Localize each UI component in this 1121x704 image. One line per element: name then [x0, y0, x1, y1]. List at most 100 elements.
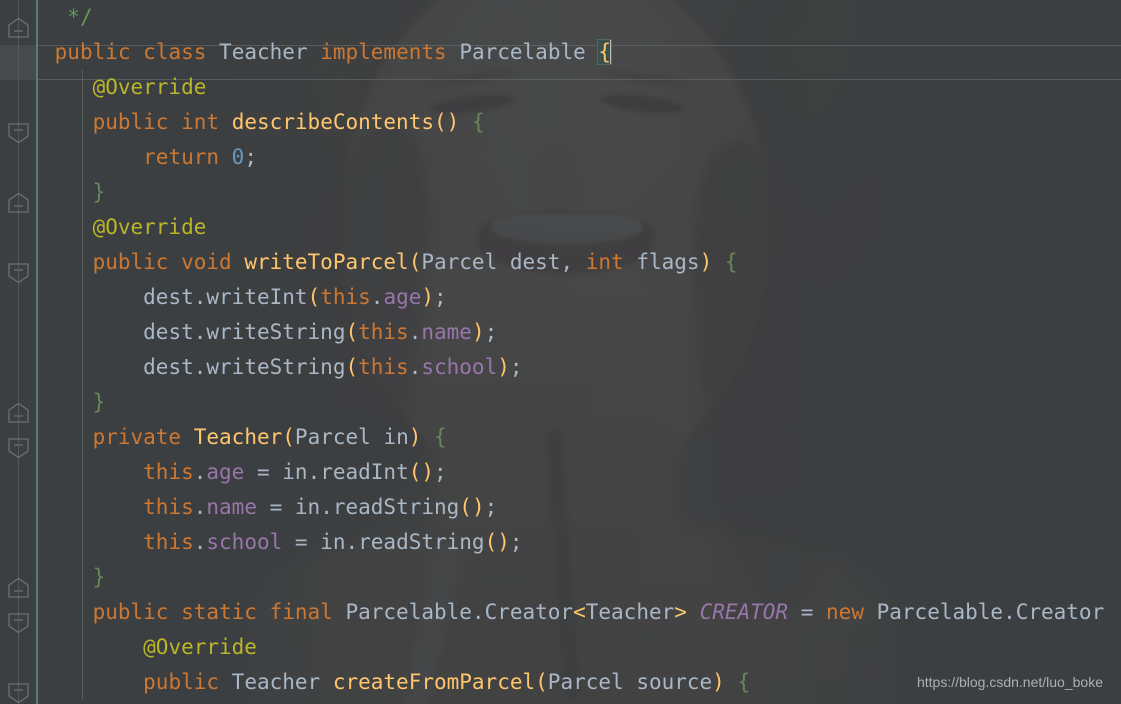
code-token: . [307, 460, 321, 484]
code-token: () [484, 530, 510, 554]
code-token: ) [497, 355, 510, 379]
code-token: ( [345, 320, 359, 344]
code-token: describeContents [231, 110, 434, 134]
code-token: public [92, 250, 169, 274]
fold-end-icon[interactable] [7, 17, 30, 39]
indent-guide [82, 315, 83, 350]
code-token: source [636, 670, 713, 694]
code-token: this [358, 320, 409, 344]
code-token: ) [471, 320, 485, 344]
code-line[interactable]: private Teacher(Parcel in) { [38, 420, 1121, 455]
fold-start-icon[interactable] [7, 262, 30, 284]
indent-guide [82, 245, 83, 280]
code-token: */ [67, 5, 93, 29]
code-line[interactable]: @Override [38, 70, 1121, 105]
code-token: ; [434, 460, 447, 484]
code-token: writeToParcel [244, 250, 409, 274]
code-token: age [383, 285, 422, 309]
code-token: readString [358, 530, 485, 554]
code-token: = [282, 530, 321, 554]
code-token: int [585, 250, 624, 274]
code-token: ; [509, 530, 523, 554]
code-token: , [560, 250, 586, 274]
indent-guide [82, 665, 83, 700]
editor-window: */ public class Teacher implements Parce… [0, 0, 1121, 704]
code-line[interactable]: } [38, 385, 1121, 420]
code-token: in [320, 530, 346, 554]
code-token: static [181, 600, 257, 624]
code-token: Parcel [294, 425, 371, 449]
indent-guide [82, 175, 83, 210]
code-line[interactable]: public void writeToParcel(Parcel dest, i… [38, 245, 1121, 280]
code-token: { [737, 670, 751, 694]
code-line[interactable]: this.school = in.readString(); [38, 525, 1121, 560]
code-token: in [294, 495, 321, 519]
code-line[interactable]: public static final Parcelable.Creator<T… [38, 595, 1121, 630]
indent-guide [82, 630, 83, 665]
fold-end-icon[interactable] [7, 402, 30, 424]
code-token: . [193, 285, 207, 309]
fold-start-icon[interactable] [7, 612, 30, 634]
indent-guide [82, 595, 83, 630]
code-line[interactable]: } [38, 560, 1121, 595]
code-token: final [269, 600, 333, 624]
fold-end-icon[interactable] [7, 192, 30, 214]
code-line[interactable]: dest.writeString(this.name); [38, 315, 1121, 350]
code-line[interactable]: this.age = in.readInt(); [38, 455, 1121, 490]
code-line[interactable]: return 0; [38, 140, 1121, 175]
code-token: . [193, 495, 207, 519]
code-token: . [193, 460, 207, 484]
code-line[interactable]: @Override [38, 210, 1121, 245]
code-token: this [143, 495, 194, 519]
code-token: in [383, 425, 409, 449]
code-token: ; [509, 355, 523, 379]
code-token: Creator [484, 600, 574, 624]
code-token: . [370, 285, 384, 309]
indent-guide [82, 210, 83, 245]
blog-watermark: https://blog.csdn.net/luo_boke [916, 674, 1103, 690]
code-token: ; [244, 145, 257, 169]
indent-guide [82, 280, 83, 315]
code-token: Teacher [585, 600, 675, 624]
indent-guide [82, 560, 83, 595]
code-line[interactable]: dest.writeInt(this.age); [38, 280, 1121, 315]
code-token: Parcel [547, 670, 624, 694]
code-line[interactable]: dest.writeString(this.school); [38, 350, 1121, 385]
code-line[interactable]: public class Teacher implements Parcelab… [38, 35, 1121, 70]
code-line[interactable]: @Override [38, 630, 1121, 665]
indent-guide [82, 70, 83, 105]
code-text-area[interactable]: */ public class Teacher implements Parce… [38, 0, 1121, 704]
code-token: } [92, 180, 106, 204]
code-line[interactable]: public int describeContents() { [38, 105, 1121, 140]
code-token: dest [143, 355, 194, 379]
fold-end-icon[interactable] [7, 577, 30, 599]
fold-start-icon[interactable] [7, 682, 30, 704]
code-line[interactable]: this.name = in.readString(); [38, 490, 1121, 525]
code-token: . [193, 530, 207, 554]
code-line[interactable]: } [38, 175, 1121, 210]
fold-start-icon[interactable] [7, 122, 30, 144]
code-token: class [143, 40, 207, 64]
code-token: Parcelable [345, 600, 472, 624]
code-token: < [573, 600, 586, 624]
code-line[interactable]: */ [38, 0, 1121, 35]
fold-start-icon[interactable] [7, 437, 30, 459]
